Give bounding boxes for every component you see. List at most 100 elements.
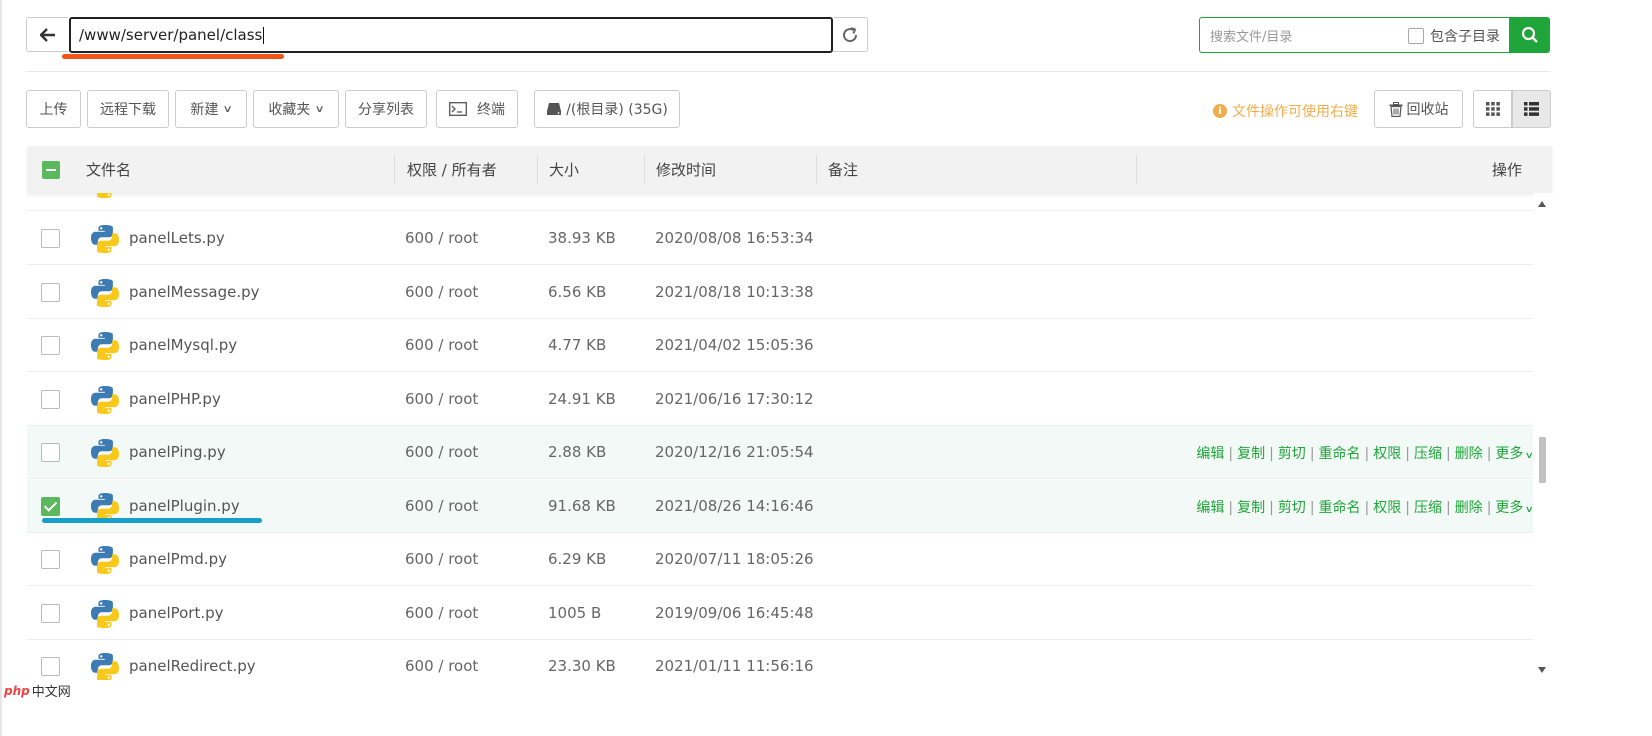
scroll-down-arrow[interactable] [1538,667,1546,673]
python-file-icon [91,546,119,574]
file-name[interactable]: panelPing.py [129,443,226,461]
row-action-2[interactable]: 剪切 [1278,446,1306,462]
share-list-button[interactable]: 分享列表 [345,90,427,128]
file-name[interactable]: panelMessage.py [129,283,260,301]
row-action-5[interactable]: 压缩 [1414,446,1442,462]
row-checkbox[interactable] [41,657,60,676]
row-checkbox[interactable] [41,443,60,462]
subdir-checkbox-box[interactable] [1408,28,1424,44]
text-caret [263,26,265,44]
row-checkbox[interactable] [41,497,60,516]
select-all-checkbox[interactable] [42,161,60,179]
refresh-icon [843,26,858,42]
row-action-4[interactable]: 权限 [1373,446,1401,462]
row-checkbox[interactable] [41,229,60,248]
disk-button[interactable]: /(根目录) (35G) [534,90,680,128]
table-row[interactable]: panelPlugin.py 600 / root 91.68 KB 2021/08/… [27,480,1533,533]
separator: | [1364,500,1370,516]
row-action-7[interactable]: 更多 [1495,446,1523,462]
row-checkbox[interactable] [41,604,60,623]
table-row[interactable]: panelMessage.py 600 / root 6.56 KB 2021/08/… [27,266,1533,319]
col-header-ops: 操作 [1492,161,1523,179]
back-button[interactable] [26,17,68,52]
separator: | [1405,446,1410,462]
favorites-dropdown[interactable]: 收藏夹 ∨ [253,90,339,128]
python-file-icon [91,653,119,680]
table-row[interactable]: panelRedirect.py 600 / root 23.30 KB 2021/0… [27,640,1533,680]
file-size: 24.91 KB [548,390,616,408]
list-view-button[interactable] [1512,90,1551,128]
row-action-5[interactable]: 压缩 [1414,500,1442,516]
list-icon [1524,102,1539,116]
row-action-3[interactable]: 重命名 [1319,500,1361,516]
col-header-perm[interactable]: 权限 / 所有者 [407,146,497,193]
scroll-up-arrow[interactable] [1538,201,1546,207]
file-name[interactable]: panelPmd.py [129,550,227,568]
row-checkbox[interactable] [41,550,60,569]
row-action-7[interactable]: 更多 [1495,500,1523,516]
refresh-button[interactable] [833,17,868,52]
grid-view-button[interactable] [1473,90,1512,128]
row-action-4[interactable]: 权限 [1373,500,1401,516]
python-file-icon [91,439,119,467]
row-action-0[interactable]: 编辑 [1196,500,1224,516]
subdir-checkbox[interactable]: 包含子目录 [1408,26,1500,46]
file-perm[interactable]: 600 / root [405,657,478,675]
col-header-mtime[interactable]: 修改时间 [656,146,716,193]
row-checkbox[interactable] [41,390,60,409]
file-perm[interactable]: 600 / root [405,283,478,301]
row-action-3[interactable]: 重命名 [1319,446,1361,462]
remote-download-button[interactable]: 远程下载 [87,90,169,128]
row-action-2[interactable]: 剪切 [1278,500,1306,516]
recycle-bin-button[interactable]: 回收站 [1374,90,1463,128]
file-name[interactable]: panelMysql.py [129,336,237,354]
chevron-down-icon: ∨ [1525,451,1533,461]
table-row[interactable]: panelPing.py 600 / root 2.88 KB 2020/12/16 … [27,426,1533,479]
row-action-6[interactable]: 删除 [1455,500,1483,516]
file-perm[interactable]: 600 / root [405,390,478,408]
watermark-text: 中文网 [31,685,71,700]
file-name[interactable]: panelPlugin.py [129,497,240,515]
file-name[interactable]: panelRedirect.py [129,657,256,675]
col-header-name[interactable]: 文件名 [86,146,131,193]
table-row[interactable]: panelPort.py 600 / root 1005 B 2019/09/06 1… [27,587,1533,640]
search-button[interactable] [1509,17,1550,53]
row-action-6[interactable]: 删除 [1455,446,1483,462]
vertical-scrollbar[interactable] [1533,193,1552,680]
row-action-1[interactable]: 复制 [1237,500,1265,516]
file-perm[interactable]: 600 / root [405,443,478,461]
file-perm[interactable]: 600 / root [405,604,478,622]
file-perm[interactable]: 600 / root [405,336,478,354]
file-size: 6.56 KB [548,283,607,301]
terminal-button[interactable]: 终端 [436,90,518,128]
row-action-1[interactable]: 复制 [1237,446,1265,462]
row-checkbox[interactable] [41,283,60,302]
table-row[interactable]: panelMysql.py 600 / root 4.77 KB 2021/04/02… [27,319,1533,372]
file-name[interactable]: panelLets.py [129,229,225,247]
file-perm[interactable]: 600 / root [405,497,478,515]
table-row[interactable]: panelPmd.py 600 / root 6.29 KB 2020/07/11 1… [27,533,1533,586]
row-action-0[interactable]: 编辑 [1196,446,1224,462]
new-dropdown[interactable]: 新建 ∨ [175,90,247,128]
watermark-logo: php [4,683,30,698]
trash-icon [1389,101,1402,117]
file-perm[interactable]: 600 / root [405,229,478,247]
row-checkbox[interactable] [41,336,60,355]
file-perm[interactable]: 600 / root [405,550,478,568]
file-name[interactable]: panelPort.py [129,604,224,622]
col-header-size[interactable]: 大小 [549,146,579,193]
file-mtime: 2020/12/16 21:05:54 [655,443,814,461]
scroll-thumb[interactable] [1539,437,1546,483]
row-actions: 编辑|复制|剪切|重命名|权限|压缩|删除|更多∨ [1196,497,1533,517]
upload-button[interactable]: 上传 [26,90,81,128]
col-divider [1136,155,1137,184]
separator: | [1445,500,1451,516]
table-row[interactable]: panelLets.py 600 / root 38.93 KB 2020/08/08… [27,212,1533,265]
file-name[interactable]: panelPHP.py [129,390,221,408]
file-size: 1005 B [548,604,602,622]
path-input[interactable]: /www/server/panel/class [69,17,833,53]
chevron-down-icon: ∨ [1525,505,1533,515]
table-row[interactable]: panelPHP.py 600 / root 24.91 KB 2021/06/16 … [27,373,1533,426]
context-menu-tip: i 文件操作可使用右键 [1213,101,1358,121]
search-icon [1521,26,1538,43]
